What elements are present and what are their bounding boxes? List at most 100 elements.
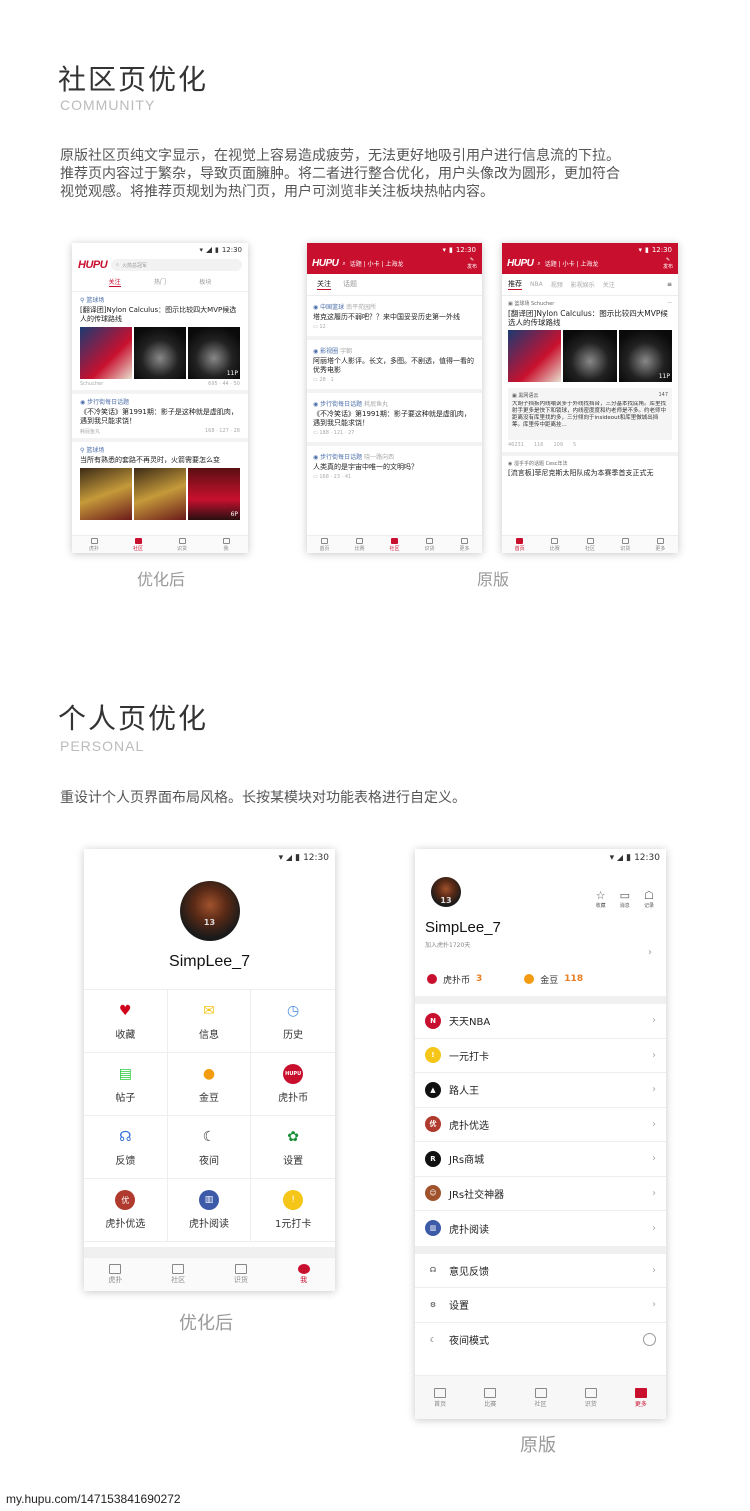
search-input[interactable]: ⌕ 火箭总冠军: [111, 259, 242, 271]
tab-shihuo[interactable]: 识货: [210, 1258, 273, 1291]
avatar[interactable]: [431, 877, 461, 907]
feed-post[interactable]: ⚲ 篮球场 当所有熟悉的套路不再灵时，火箭需要怎么变 6P: [72, 442, 248, 523]
tab-recommend[interactable]: 推荐: [508, 279, 522, 290]
grid-item-beans[interactable]: ● 金豆: [167, 1053, 252, 1116]
tab-games[interactable]: 比赛: [342, 536, 377, 553]
grid-item-checkin[interactable]: ! 1元打卡: [251, 1179, 335, 1242]
tab-games[interactable]: 比赛: [537, 536, 572, 553]
post-button-label: 发布: [466, 264, 477, 270]
grid-label: 1元打卡: [274, 1219, 312, 1230]
more-icon[interactable]: ···: [667, 300, 672, 306]
night-mode-toggle[interactable]: [643, 1333, 656, 1347]
post-button[interactable]: ✎ 发布: [663, 257, 673, 270]
tab-home[interactable]: 首页: [307, 536, 342, 553]
tab-shihuo[interactable]: 识货: [160, 536, 204, 553]
avatar[interactable]: [179, 881, 240, 941]
feed-post[interactable]: ◉ 步行街每日话题 耗屁鱼丸 《不冷笑话》第1991期：影子要这种就是虚肌肉，遇…: [307, 393, 482, 446]
wifi-icon: ▾: [278, 853, 284, 863]
mall-icon: R: [425, 1150, 441, 1167]
tab-community[interactable]: 社区: [572, 536, 607, 553]
menu-icon[interactable]: ≡: [667, 281, 672, 288]
tab-community[interactable]: 社区: [147, 1258, 210, 1291]
feed-post[interactable]: ◉ 步行街每日话题 晓一路向西 人类真的是宇宙中唯一的文明吗？ ▭ 168 · …: [307, 446, 482, 486]
view-count: 46231: [508, 442, 524, 448]
tab-me[interactable]: 我: [204, 536, 248, 553]
tab-games[interactable]: 比赛: [465, 1376, 515, 1419]
post-meta: ▭ 12: [313, 324, 326, 330]
menu-item-youxuan[interactable]: 优虎扑优选 ›: [415, 1108, 666, 1142]
menu-item-mall[interactable]: R JRs商城 ›: [415, 1142, 666, 1177]
share-count: 28: [233, 428, 240, 434]
feed-post[interactable]: ▣ 篮球场 Schucher ··· [翻译团]Nylon Calculus：图…: [502, 296, 678, 456]
beans-label: 金豆: [540, 975, 559, 986]
menu-item-social[interactable]: ☺ JRs社交神器 ›: [415, 1177, 666, 1211]
favorites-button[interactable]: ☆ 收藏: [596, 889, 606, 909]
search-hint[interactable]: 话题 | 小卡 | 上海龙: [350, 259, 463, 268]
community-icon: [391, 537, 398, 544]
grid-item-posts[interactable]: ▤ 帖子: [84, 1053, 168, 1116]
grid-item-reading[interactable]: ▥ 虎扑阅读: [167, 1179, 252, 1242]
tab-topics[interactable]: 话题: [343, 279, 357, 290]
tab-more[interactable]: 更多: [643, 536, 678, 553]
grid-item-favorites[interactable]: ♥ 收藏: [84, 990, 168, 1053]
menu-list-services: N 天天NBA › ! 一元打卡 › ▲ 路人王 › 优虎扑优选 › R JRs商城 › ☺ JRs…: [415, 1004, 666, 1246]
post-button[interactable]: ✎ 发布: [467, 257, 477, 270]
menu-item-night-mode[interactable]: ☾ 夜间模式: [415, 1323, 666, 1358]
feed-post[interactable]: ◉ 步行街每日话题 《不冷笑话》第1991期：影子是这种就是虚肌肉，遇到我只能求…: [72, 394, 248, 442]
tab-me[interactable]: 我: [272, 1258, 335, 1291]
post-images: 11P: [508, 330, 672, 382]
status-bar: ▾ ▮ 12:30: [415, 849, 666, 867]
search-hint[interactable]: 话题 | 小卡 | 上海龙: [545, 259, 659, 268]
post-image: [563, 330, 617, 382]
grid-item-coins[interactable]: HUPU 虎扑币: [251, 1053, 335, 1116]
tab-community[interactable]: 社区: [116, 536, 160, 553]
tab-community[interactable]: 社区: [377, 536, 412, 553]
board-label: ◉ 影视圈 宇朝: [313, 348, 353, 355]
tab-home[interactable]: 首页: [502, 536, 537, 553]
tab-shihuo[interactable]: 识货: [412, 536, 447, 553]
tab-hupu[interactable]: 虎扑: [72, 536, 116, 553]
grid-item-youxuan[interactable]: 优虎扑优选: [84, 1179, 168, 1242]
feed-post[interactable]: ⚲ 篮球场 [翻译团]Nylon Calculus：图示比较四大MVP候选人的传…: [72, 292, 248, 394]
grid-label: 设置: [283, 1156, 304, 1167]
search-icon[interactable]: ⌕: [537, 260, 540, 268]
messages-button[interactable]: ▭ 消息: [620, 889, 630, 909]
menu-item-settings[interactable]: ⚙ 设置 ›: [415, 1288, 666, 1323]
tab-video[interactable]: 视频: [551, 280, 563, 289]
tab-follow[interactable]: 关注: [317, 279, 331, 290]
tab-nba[interactable]: NBA: [530, 281, 543, 288]
record-icon: ☖: [644, 889, 654, 902]
tab-more[interactable]: 更多: [447, 536, 482, 553]
tab-follow[interactable]: 关注: [108, 277, 121, 287]
menu-item-lurenwang[interactable]: ▲ 路人王 ›: [415, 1073, 666, 1108]
grid-item-feedback[interactable]: ☊ 反馈: [84, 1116, 168, 1179]
menu-item-checkin[interactable]: ! 一元打卡 ›: [415, 1039, 666, 1073]
tab-shihuo[interactable]: 识货: [566, 1376, 616, 1419]
menu-item-feedback[interactable]: ☊ 意见反馈 ›: [415, 1254, 666, 1288]
tab-entertainment[interactable]: 影视娱乐: [571, 280, 595, 289]
status-bar: ▾ ▮ 12:30: [307, 243, 482, 257]
menu-item-reading[interactable]: ▥ 虎扑阅读 ›: [415, 1211, 666, 1246]
feed-post[interactable]: ◉ 中国篮球 南平苑园所 塔克这履历不弱吧？？来中国妥妥历史第一外线 ▭ 12: [307, 296, 482, 340]
tab-follow[interactable]: 关注: [603, 280, 615, 289]
tab-home[interactable]: 首页: [415, 1376, 465, 1419]
grid-item-history[interactable]: ◷ 历史: [251, 990, 335, 1053]
search-icon[interactable]: ⌕: [342, 260, 345, 268]
tab-hot[interactable]: 热门: [154, 277, 166, 287]
profile-chevron-icon[interactable]: ›: [648, 947, 652, 958]
tab-boards[interactable]: 板块: [199, 277, 211, 287]
grid-item-messages[interactable]: ✉ 信息: [167, 990, 252, 1053]
action-label: 收藏: [595, 903, 606, 909]
grid-item-settings[interactable]: ✿ 设置: [251, 1116, 335, 1179]
signal-icon: [286, 855, 293, 861]
tab-shihuo[interactable]: 识货: [608, 536, 643, 553]
reply-text: 大胡子挡拆内线嘲讽多于外线找挡台，三分基本找底角。库里找射手更多是快下和锁球，内…: [512, 401, 667, 428]
menu-item-nba[interactable]: N 天天NBA ›: [415, 1004, 666, 1039]
tab-community[interactable]: 社区: [515, 1376, 565, 1419]
tab-hupu[interactable]: 虎扑: [84, 1258, 147, 1291]
tab-more[interactable]: 更多: [616, 1376, 666, 1419]
feed-post[interactable]: ◉ 影视圈 宇朝 阿丽塔个人影评。长文，多图。不剧透，值得一看的优秀电影 ▭ 2…: [307, 340, 482, 393]
feed-post[interactable]: ◉ 湿乎乎的话题 Cesc年法 [流言板]菲尼克斯太阳队成为本赛季首支正式无: [502, 456, 678, 482]
history-button[interactable]: ☖ 记录: [644, 889, 654, 909]
grid-item-night[interactable]: ☾ 夜间: [167, 1116, 252, 1179]
